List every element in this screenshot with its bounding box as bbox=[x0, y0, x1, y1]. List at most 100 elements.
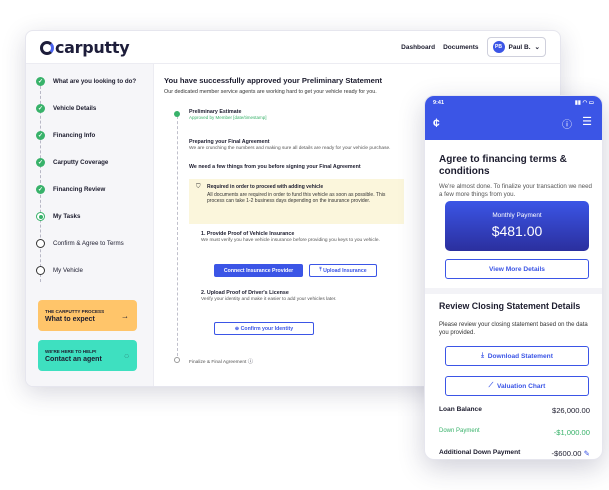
nav-dashboard[interactable]: Dashboard bbox=[401, 44, 435, 51]
notice-title: Required in order to proceed with adding… bbox=[207, 184, 324, 190]
sidebar-step-3[interactable]: ✓ Financing Info bbox=[36, 131, 95, 140]
button-label: View More Details bbox=[489, 265, 545, 273]
header-nav: Dashboard Documents PB Paul B. ⌄ bbox=[401, 37, 546, 57]
logo-text: carputty bbox=[55, 37, 130, 57]
step-label: My Tasks bbox=[53, 213, 81, 220]
card-kicker: THE CARPUTTY PROCESS bbox=[45, 308, 105, 314]
required-notice: ⛉ Required in order to proceed with addi… bbox=[189, 179, 404, 224]
payment-value: $481.00 bbox=[491, 223, 543, 239]
signal-battery-icon: ▮▮ ◠ ▭ bbox=[574, 100, 594, 106]
row-value: $26,000.00 bbox=[551, 406, 590, 415]
sidebar-step-5[interactable]: ✓ Financing Review bbox=[36, 185, 105, 194]
button-label: Download Statement bbox=[487, 352, 553, 360]
carputty-logo[interactable]: carputty bbox=[40, 37, 130, 57]
card-title: Contact an agent bbox=[45, 355, 102, 363]
sidebar-step-2[interactable]: ✓ Vehicle Details bbox=[36, 104, 96, 113]
phone-title: Agree to financing terms & conditions bbox=[439, 154, 567, 177]
chat-icon: ◌ bbox=[124, 351, 129, 360]
step-label: Vehicle Details bbox=[53, 105, 97, 112]
sidebar-step-6[interactable]: My Tasks bbox=[36, 212, 80, 221]
divider bbox=[425, 288, 602, 294]
row-label: Down Payment bbox=[439, 428, 480, 434]
review-title: Review Closing Statement Details bbox=[439, 301, 581, 311]
sidebar-step-4[interactable]: ✓ Carputty Coverage bbox=[36, 158, 108, 167]
sidebar-step-1[interactable]: ✓ What are you looking to do? bbox=[36, 77, 136, 86]
step-label: Financing Info bbox=[53, 132, 96, 139]
sidebar: ✓ What are you looking to do? ✓ Vehicle De… bbox=[26, 64, 154, 386]
upload-insurance-button[interactable]: ⤒ Upload Insurance bbox=[309, 264, 377, 277]
timeline-item-3: We need a few things from you before sig… bbox=[189, 164, 361, 170]
menu-icon[interactable]: ☰ bbox=[582, 115, 592, 128]
button-label: Confirm your Identity bbox=[240, 325, 294, 332]
step-label: My Vehicle bbox=[53, 267, 83, 274]
edit-icon[interactable]: ✎ bbox=[584, 449, 590, 458]
arrow-right-icon: → bbox=[121, 311, 129, 320]
step-label: Carputty Coverage bbox=[53, 159, 109, 166]
timeline-title: Finalize & Final Agreement bbox=[189, 360, 247, 365]
timeline-title: Preparing your Final Agreement bbox=[189, 139, 270, 145]
review-subtitle: Please review your closing statement bas… bbox=[439, 322, 588, 336]
button-label: Valuation Chart bbox=[496, 382, 546, 390]
check-icon: ✓ bbox=[36, 185, 45, 194]
timeline-item-2: Preparing your Final Agreement We are cru… bbox=[189, 139, 391, 151]
logo-mark-icon[interactable]: ¢ bbox=[433, 116, 440, 130]
stage: carputty Dashboard Documents PB Paul B. … bbox=[0, 0, 609, 490]
row-value: -$1,000.00 bbox=[553, 428, 590, 437]
row-down-payment: Down Payment -$1,000.00 bbox=[439, 428, 590, 437]
card-title: What to expect bbox=[45, 315, 95, 323]
top-bar: carputty Dashboard Documents PB Paul B. … bbox=[26, 31, 560, 64]
confirm-identity-button[interactable]: ⊕ Confirm your Identity bbox=[214, 322, 314, 335]
view-more-details-button[interactable]: View More Details bbox=[445, 259, 589, 279]
sidebar-step-8[interactable]: My Vehicle bbox=[36, 266, 83, 275]
status-time: 9:41 bbox=[433, 100, 445, 106]
step-label: What are you looking to do? bbox=[53, 78, 137, 85]
pending-step-icon bbox=[36, 239, 45, 248]
page-subtitle: Our dedicated member service agents are … bbox=[164, 89, 377, 95]
info-icon[interactable]: ⓘ bbox=[246, 359, 253, 365]
notice-body: All documents are required in order to f… bbox=[207, 192, 386, 204]
download-icon: ⤓ bbox=[481, 352, 488, 359]
timeline-note: We are crunching the numbers and making … bbox=[189, 146, 391, 151]
what-to-expect-card[interactable]: THE CARPUTTY PROCESS What to expect → bbox=[38, 300, 137, 331]
contact-agent-card[interactable]: WE'RE HERE TO HELP! Contact an agent ◌ bbox=[38, 340, 137, 371]
connect-insurance-button[interactable]: Connect Insurance Provider bbox=[214, 264, 303, 277]
row-loan-balance: Loan Balance $26,000.00 bbox=[439, 406, 590, 415]
timeline-title: We need a few things from you before sig… bbox=[189, 164, 361, 170]
page-title: You have successfully approved your Prel… bbox=[164, 76, 383, 85]
task-license: 2. Upload Proof of Driver's License Veri… bbox=[201, 290, 401, 302]
status-bar: 9:41 ▮▮ ◠ ▭ bbox=[433, 100, 594, 106]
task-title: 1. Provide Proof of Vehicle Insurance bbox=[201, 231, 295, 237]
timeline-note: Approved by Member [date/timestamp] bbox=[189, 115, 267, 120]
task-body: Verify your identity and make it easier … bbox=[201, 297, 337, 302]
button-label: Connect Insurance Provider bbox=[223, 267, 294, 274]
logo-mark-icon bbox=[40, 41, 54, 55]
shield-icon: ⛉ bbox=[196, 184, 201, 190]
timeline-pending-icon bbox=[174, 357, 180, 363]
step-label: Confirm & Agree to Terms bbox=[53, 240, 124, 247]
task-insurance: 1. Provide Proof of Vehicle Insurance We… bbox=[201, 231, 401, 243]
sidebar-line bbox=[40, 86, 41, 282]
check-icon: ✓ bbox=[36, 158, 45, 167]
nav-documents[interactable]: Documents bbox=[443, 44, 478, 51]
card-kicker: WE'RE HERE TO HELP! bbox=[45, 348, 97, 354]
timeline-done-icon bbox=[174, 111, 180, 117]
task-title: 2. Upload Proof of Driver's License bbox=[201, 290, 289, 296]
user-name: Paul B. bbox=[508, 43, 531, 51]
sidebar-step-7[interactable]: Confirm & Agree to Terms bbox=[36, 239, 124, 248]
phone-header: 9:41 ▮▮ ◠ ▭ ¢ ⓘ ☰ bbox=[425, 96, 602, 140]
download-statement-button[interactable]: ⤓ Download Statement bbox=[445, 346, 589, 366]
help-icon[interactable]: ⓘ bbox=[562, 116, 572, 131]
avatar: PB bbox=[492, 41, 505, 53]
row-label: Additional Down Payment bbox=[439, 449, 521, 456]
check-icon: ✓ bbox=[36, 77, 45, 86]
user-menu[interactable]: PB Paul B. ⌄ bbox=[486, 37, 546, 57]
main-content: You have successfully approved your Prel… bbox=[164, 76, 424, 95]
chart-icon: ⟋ bbox=[488, 382, 497, 389]
row-additional-down-payment: Additional Down Payment -$600.00 ✎ bbox=[439, 449, 590, 458]
phone-subtitle: We're almost done. To finalize your tran… bbox=[439, 183, 592, 198]
row-label: Loan Balance bbox=[439, 406, 482, 413]
pending-step-icon bbox=[36, 266, 45, 275]
current-step-icon bbox=[36, 212, 45, 221]
timeline-line bbox=[177, 111, 178, 356]
valuation-chart-button[interactable]: ⟋ Valuation Chart bbox=[445, 376, 589, 396]
